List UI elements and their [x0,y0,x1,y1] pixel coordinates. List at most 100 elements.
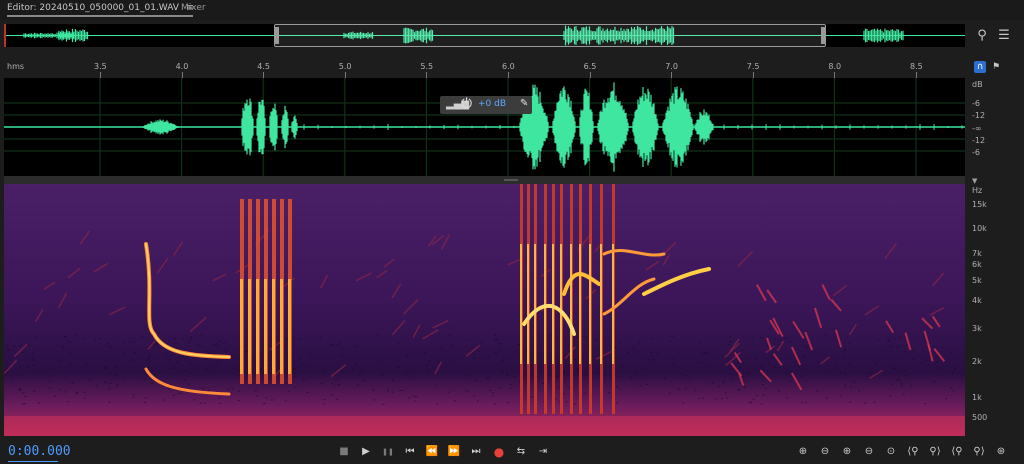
move-to-end-button[interactable]: ⏭ [469,446,483,458]
volume-knob-icon[interactable]: ⏻ [461,96,472,112]
zoom-selection-icon[interactable]: ⟨⚲ [949,445,965,459]
collapse-arrow-icon[interactable]: ▼ [972,177,977,185]
spectral-speckle [173,338,176,340]
spectral-speckle [436,403,439,405]
spectral-speckle [509,384,512,386]
spectral-speckle [680,373,683,375]
rewind-button[interactable]: ⏪ [425,446,439,458]
spectral-speckle [786,397,789,399]
overview-zoom-window[interactable] [274,24,826,47]
spectral-speckle [647,358,650,360]
view-divider[interactable] [4,176,965,184]
spectral-speckle [197,367,200,369]
frequency-scale-label: 3k [972,324,982,333]
spectral-speckle [64,336,67,338]
spectral-speckle [938,367,941,369]
zoom-out-amplitude-icon[interactable]: ⊖ [817,445,833,459]
spectral-speckle [795,360,798,362]
timecode-display[interactable]: 0:00.000 [8,444,71,459]
tab-editor-label: Editor: 20240510_050000_01_01.WAV [7,3,179,13]
spectral-speckle [945,398,948,400]
zoom-in-at-end-icon[interactable]: ⚲⟩ [927,445,943,459]
spectral-speckle [887,340,890,342]
spectral-speckle [204,358,207,360]
panel-list-icon[interactable]: ☰ [996,28,1012,44]
spectral-speckle [38,370,41,372]
fast-forward-button[interactable]: ⏩ [447,446,461,458]
spectral-frequency-display[interactable] [4,184,965,436]
spectral-speckle [556,356,559,358]
db-unit: dB [972,80,983,89]
spectral-speckle [109,346,112,348]
zoom-in-amplitude-icon[interactable]: ⊕ [795,445,811,459]
zoom-hand-icon[interactable]: ⊛ [993,445,1009,459]
zoom-out-full-both-icon[interactable]: ⊙ [883,445,899,459]
zoom-in-at-start-icon[interactable]: ⟨⚲ [905,445,921,459]
zoom-in-time-icon[interactable]: ⊕ [839,445,855,459]
ruler-tick-label: 4.5 [257,62,270,71]
spectral-speckle [320,383,323,385]
tab-mixer[interactable]: Mixer [181,3,206,13]
spectral-speckle [784,338,787,340]
spectral-speckle [358,374,361,376]
spectral-speckle [949,352,952,354]
zoom-to-selection-icon[interactable]: ⚲⟩ [971,445,987,459]
spectral-speckle [64,391,67,393]
spectral-speckle [256,395,259,397]
overview-right-handle[interactable] [821,27,825,44]
spectral-speckle [146,346,149,348]
record-button[interactable]: ● [492,446,506,458]
spectral-speckle [114,374,117,376]
spectral-speckle [53,395,56,397]
play-button[interactable]: ▶ [359,446,373,458]
spectral-speckle [19,345,22,347]
spectral-energy-column [288,279,291,374]
spectral-speckle [494,334,497,336]
spectral-speckle [447,391,450,393]
spectral-speckle [759,366,762,368]
stop-button[interactable]: ■ [337,446,351,458]
spectral-speckle [656,353,659,355]
move-to-start-button[interactable]: ⏮ [403,446,417,458]
spectral-speckle [75,334,78,336]
skip-selection-button[interactable]: ⇥ [536,446,550,458]
spectral-speckle [768,363,771,365]
frequency-scale-label: 1k [972,393,982,402]
zoom-out-time-icon[interactable]: ⊖ [861,445,877,459]
spectral-speckle [499,387,502,389]
pause-button[interactable]: ❚❚ [381,446,395,458]
spectral-speckle [703,352,706,354]
snap-magnet-icon[interactable]: ∩ [974,61,986,73]
spectral-speckle [717,385,720,387]
pin-icon[interactable]: ✎ [520,98,528,109]
marker-pin-icon[interactable]: ⚑ [990,61,1002,73]
spectral-speckle [386,391,389,393]
spectral-speckle [293,368,296,370]
spectral-speckle [382,403,385,405]
waveform-display[interactable] [4,78,965,176]
spectral-speckle [876,338,879,340]
time-ruler[interactable] [4,60,965,78]
spectral-speckle [162,399,165,401]
spectral-speckle [887,339,890,341]
spectral-speckle [19,366,22,368]
spectral-speckle [129,360,132,362]
spectral-speckle [352,368,355,370]
overview-navigator[interactable] [4,24,965,47]
spectral-speckle [729,341,732,343]
spectral-energy-column [280,279,283,374]
loop-playback-button[interactable]: ⇆ [514,446,528,458]
spectral-speckle [897,378,900,380]
zoom-out-full-icon[interactable]: ⚲ [974,28,990,44]
overview-left-handle[interactable] [275,27,279,44]
spectral-speckle [498,348,501,350]
tab-editor[interactable]: Editor: 20240510_050000_01_01.WAV ≡ [7,3,194,17]
spectral-speckle [32,353,35,355]
spectral-speckle [218,341,221,343]
spectral-speckle [174,342,177,344]
spectral-speckle [668,392,671,394]
volume-value[interactable]: +0 dB [478,99,506,109]
spectral-speckle [450,359,453,361]
spectral-speckle [747,373,750,375]
spectral-energy-column [264,279,267,374]
